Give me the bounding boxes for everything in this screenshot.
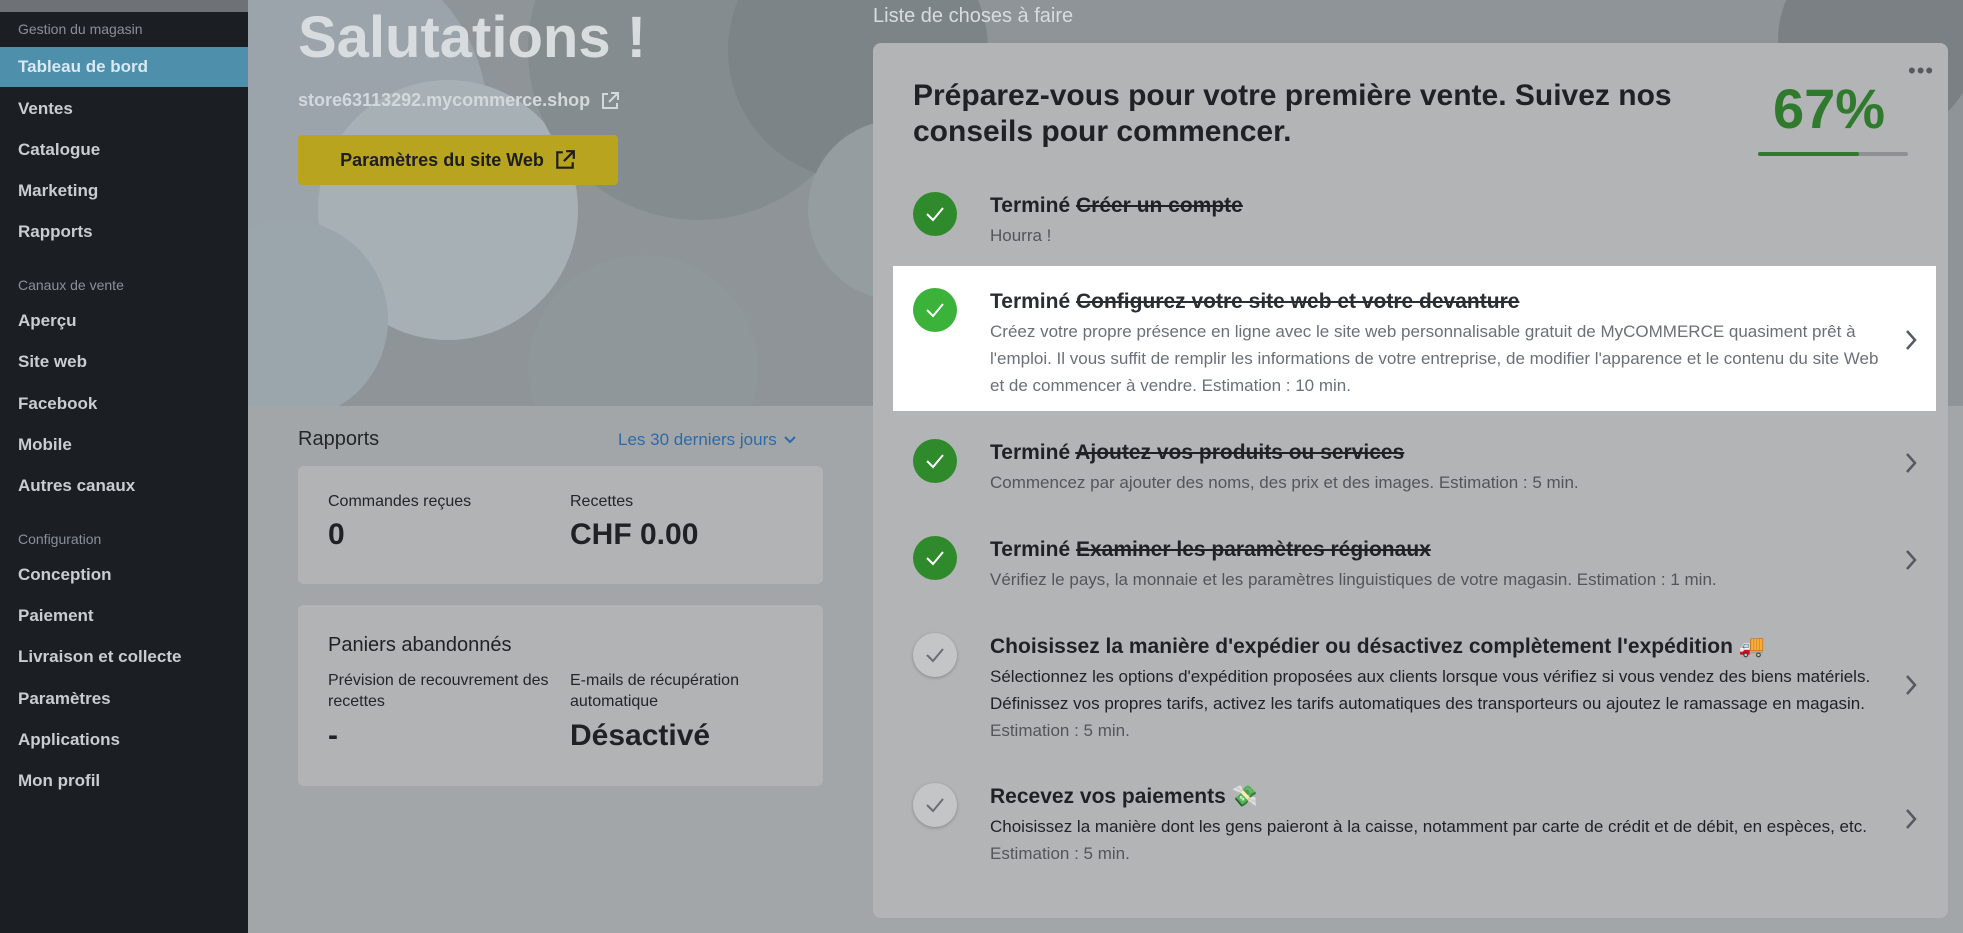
check-icon <box>913 439 957 483</box>
emails-label: E-mails de récupération automatique <box>570 672 739 710</box>
hero-bubble <box>528 255 758 406</box>
sidebar-section-channels: Canaux de vente <box>18 277 124 293</box>
status-done: Terminé <box>990 290 1071 313</box>
website-settings-label: Paramètres du site Web <box>340 149 544 170</box>
progress-bar-fill <box>1758 152 1859 156</box>
chevron-right-icon <box>1906 453 1917 473</box>
forecast-value: - <box>328 719 338 752</box>
todo-item-payments[interactable]: Recevez vos paiements 💸 Choisissez la ma… <box>893 773 1936 873</box>
todo-item-name: Examiner les paramètres régionaux <box>1075 538 1431 561</box>
sidebar-item-design[interactable]: Conception <box>0 555 248 595</box>
todo-item-desc: Vérifiez le pays, la monnaie et les para… <box>990 570 1717 589</box>
external-link-icon <box>602 91 620 109</box>
sidebar-item-sales[interactable]: Ventes <box>0 89 248 129</box>
period-label: Les 30 derniers jours <box>618 430 777 449</box>
todo-item-add-products[interactable]: Terminé Ajoutez vos produits ou services… <box>893 429 1936 507</box>
chevron-right-icon <box>1906 675 1917 695</box>
todo-item-name: Recevez vos paiements 💸 <box>990 785 1258 808</box>
sidebar-item-profile[interactable]: Mon profil <box>0 761 248 801</box>
todo-item-desc: Commencez par ajouter des noms, des prix… <box>990 473 1579 492</box>
sidebar-section-store: Gestion du magasin <box>18 21 143 37</box>
todo-item-title: Terminé Ajoutez vos produits ou services <box>990 441 1404 465</box>
check-icon <box>913 288 957 332</box>
sidebar-item-mobile[interactable]: Mobile <box>0 425 248 465</box>
store-url-text: store63113292.mycommerce.shop <box>298 90 591 110</box>
todo-item-title: Terminé Configurez votre site web et vot… <box>990 290 1519 314</box>
progress-bar <box>1758 152 1908 156</box>
todo-item-desc-text: Sélectionnez les options d'expédition pr… <box>990 667 1871 713</box>
status-done: Terminé <box>990 441 1071 464</box>
status-done: Terminé <box>990 194 1071 217</box>
todo-item-desc: Choisissez la manière dont les gens paie… <box>990 813 1885 867</box>
sidebar-top-strip <box>0 0 248 12</box>
todo-item-title: Terminé Créer un compte <box>990 194 1243 218</box>
todo-item-shipping[interactable]: Choisissez la manière d'expédier ou désa… <box>893 623 1936 753</box>
todo-item-estimate: Estimation : 5 min. <box>990 844 1130 863</box>
forecast-label: Prévision de recouvrement des recettes <box>328 672 549 710</box>
sidebar-item-shipping[interactable]: Livraison et collecte <box>0 637 248 677</box>
check-icon <box>913 783 957 827</box>
website-settings-button[interactable]: Paramètres du site Web <box>298 135 618 185</box>
todo-item-desc: Sélectionnez les options d'expédition pr… <box>990 663 1885 744</box>
sidebar-item-facebook[interactable]: Facebook <box>0 384 248 424</box>
todo-item-desc: Hourra ! <box>990 226 1052 245</box>
period-selector[interactable]: Les 30 derniers jours <box>618 430 797 450</box>
sidebar-item-catalog[interactable]: Catalogue <box>0 130 248 170</box>
reports-card <box>298 466 823 584</box>
orders-value: 0 <box>328 518 345 551</box>
check-icon <box>913 633 957 677</box>
revenue-label: Recettes <box>570 493 634 510</box>
sidebar-item-other-channels[interactable]: Autres canaux <box>0 466 248 506</box>
sidebar-item-reports[interactable]: Rapports <box>0 212 248 252</box>
sidebar-item-settings[interactable]: Paramètres <box>0 679 248 719</box>
todo-item-name: Configurez votre site web et votre devan… <box>1075 290 1520 313</box>
chevron-right-icon <box>1906 809 1917 829</box>
todo-item-regional-settings[interactable]: Terminé Examiner les paramètres régionau… <box>893 526 1936 604</box>
chevron-right-icon <box>1906 550 1917 570</box>
orders-label: Commandes reçues <box>328 493 472 510</box>
abandoned-carts-title: Paniers abandonnés <box>328 634 512 656</box>
todo-item-name: Choisissez la manière d'expédier ou désa… <box>990 635 1765 658</box>
check-icon <box>913 192 957 236</box>
chevron-down-icon <box>784 436 796 444</box>
todo-item-estimate: Estimation : 5 min. <box>990 721 1130 740</box>
sidebar-item-payment[interactable]: Paiement <box>0 596 248 636</box>
todo-item-desc-text: Choisissez la manière dont les gens paie… <box>990 817 1867 836</box>
sidebar-item-marketing[interactable]: Marketing <box>0 171 248 211</box>
progress-percent: 67% <box>1773 77 1886 140</box>
todo-heading: Liste de choses à faire <box>873 5 1074 27</box>
todo-item-title: Terminé Examiner les paramètres régionau… <box>990 538 1431 562</box>
todo-item-create-account[interactable]: Terminé Créer un compte Hourra ! <box>893 182 1936 260</box>
emails-value: Désactivé <box>570 719 711 752</box>
todo-item-configure-website[interactable]: Terminé Configurez votre site web et vot… <box>893 266 1936 411</box>
check-icon <box>913 536 957 580</box>
todo-item-desc: Créez votre propre présence en ligne ave… <box>990 322 1879 395</box>
todo-title: Préparez-vous pour votre première vente.… <box>913 79 1672 148</box>
sidebar-section-configuration: Configuration <box>18 531 102 547</box>
sidebar-item-overview[interactable]: Aperçu <box>0 301 248 341</box>
todo-item-name: Créer un compte <box>1075 194 1243 217</box>
todo-item-name: Ajoutez vos produits ou services <box>1075 441 1405 464</box>
sidebar-item-dashboard[interactable]: Tableau de bord <box>0 47 248 87</box>
reports-title: Rapports <box>298 428 380 450</box>
store-url-link[interactable]: store63113292.mycommerce.shop <box>298 90 620 111</box>
page-title: Salutations ! <box>298 5 647 70</box>
sidebar: Gestion du magasin Tableau de bord Vente… <box>0 0 248 933</box>
revenue-value: CHF 0.00 <box>570 518 699 551</box>
chevron-right-icon <box>1906 330 1917 350</box>
more-options-icon[interactable]: ••• <box>1908 58 1934 84</box>
external-link-icon <box>556 150 575 169</box>
sidebar-item-website[interactable]: Site web <box>0 342 248 382</box>
sidebar-item-apps[interactable]: Applications <box>0 720 248 760</box>
status-done: Terminé <box>990 538 1071 561</box>
